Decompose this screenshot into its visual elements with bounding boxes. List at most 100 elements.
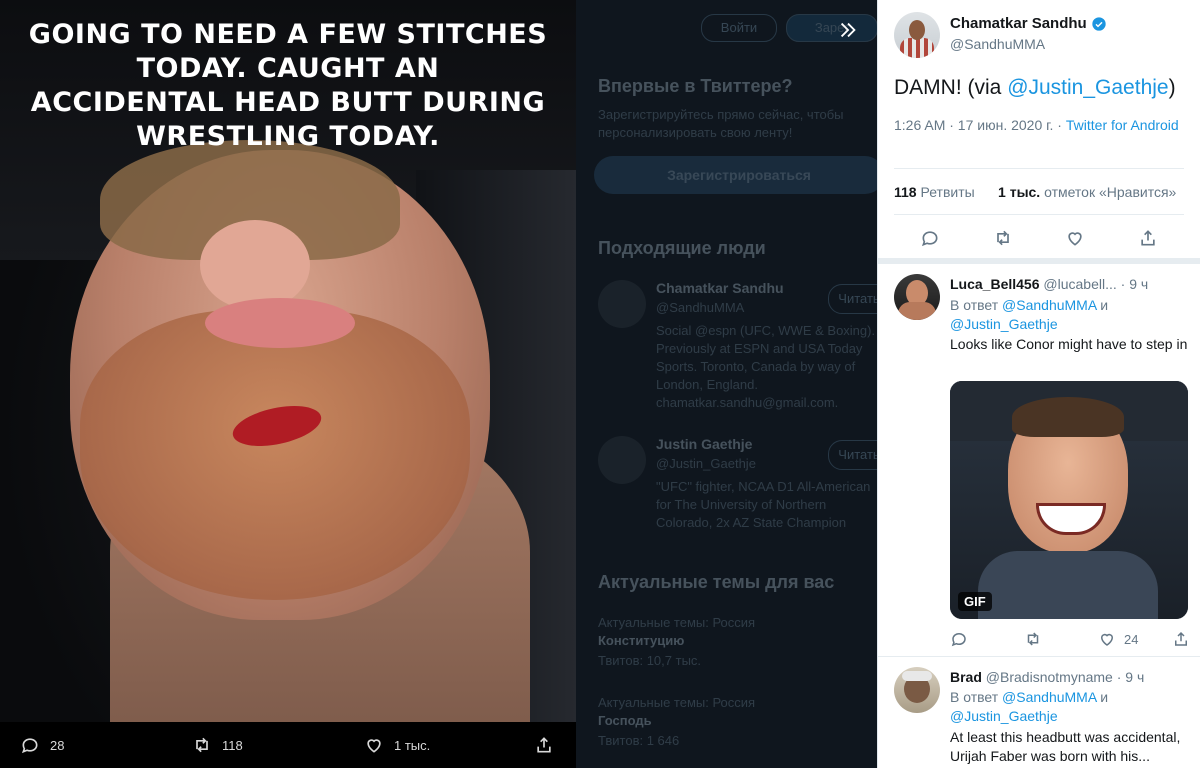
reply-author-name[interactable]: Luca_Bell456	[950, 276, 1040, 292]
gif-hair	[1012, 397, 1124, 437]
reply-button[interactable]	[920, 228, 940, 253]
tweet-author-handle[interactable]: @SandhuMMA	[950, 36, 1045, 52]
likes-stat[interactable]: 1 тыс. отметок «Нравится»	[998, 184, 1176, 200]
reply-actions: 24	[950, 630, 1190, 648]
tweet-timestamp[interactable]: 1:26 AM · 17 июн. 2020 г. ·	[894, 117, 1066, 133]
photo-caption-line: accidental head butt during wrestling to…	[30, 87, 546, 152]
tweet-source-link[interactable]: Twitter for Android	[1066, 117, 1179, 133]
reply-tweet[interactable]: Luca_Bell456 @lucabell... · 9 ч В ответ …	[878, 264, 1200, 656]
who-to-follow-heading: Подходящие люди	[598, 238, 766, 258]
retweet-button[interactable]	[993, 228, 1013, 253]
share-icon	[537, 737, 551, 753]
likes-label: отметок «Нравится»	[1044, 184, 1177, 200]
reply-to-prefix: В ответ	[950, 297, 1003, 313]
likes-count: 1 тыс.	[998, 184, 1041, 200]
heart-icon	[1068, 232, 1082, 246]
tweet-photo[interactable]: Going to need a few stitches today. Caug…	[0, 0, 576, 722]
suggested-user-bio: Social @espn (UFC, WWE & Boxing). Previo…	[656, 323, 876, 410]
media-retweet-button[interactable]: 118	[192, 735, 243, 755]
new-to-twitter-heading: Впервые в Твиттере?	[598, 76, 793, 96]
mention-link[interactable]: @SandhuMMA	[1002, 297, 1096, 313]
tweet-stats: 118 Ретвиты 1 тыс. отметок «Нравится»	[894, 184, 1176, 200]
photo-caption-line: Going to need a few stitches today. Caug…	[28, 19, 548, 84]
media-share-button[interactable]	[534, 735, 554, 755]
tweet-detail-panel: Chamatkar Sandhu @SandhuMMA DAMN! (via @…	[877, 0, 1200, 768]
heart-icon	[367, 739, 381, 753]
reply-icon	[951, 632, 966, 647]
like-count: 24	[1124, 631, 1139, 647]
follow-button[interactable]: Читать	[828, 440, 877, 470]
reply-author-handle[interactable]: @lucabell...	[1043, 276, 1116, 292]
reply-time[interactable]: · 9 ч	[1121, 276, 1149, 292]
photo-beard	[80, 310, 470, 600]
retweets-label: Ретвиты	[920, 184, 975, 200]
trend-name[interactable]: Господь	[598, 712, 868, 730]
reply-gif[interactable]: GIF	[950, 381, 1188, 619]
mention-link[interactable]: @Justin_Gaethje	[950, 708, 1058, 724]
mention-link[interactable]: @Justin_Gaethje	[950, 316, 1058, 332]
suggested-user-name[interactable]: Justin Gaethje	[656, 436, 752, 452]
reply-header: Luca_Bell456 @lucabell... · 9 ч	[950, 276, 1148, 292]
like-button[interactable]	[1065, 228, 1085, 253]
share-button[interactable]	[1172, 630, 1190, 648]
reply-time[interactable]: · 9 ч	[1117, 669, 1145, 685]
media-reply-button[interactable]: 28	[20, 735, 64, 755]
gif-badge: GIF	[958, 592, 992, 611]
photo-nose	[200, 220, 310, 310]
suggested-user-handle: @SandhuMMA	[656, 300, 745, 315]
photo-lips	[205, 298, 355, 348]
reply-to-and: и	[1096, 689, 1109, 705]
retweet-button[interactable]	[1024, 630, 1084, 648]
mention-link[interactable]: @Justin_Gaethje	[1007, 76, 1168, 99]
retweet-icon	[1027, 632, 1039, 646]
reply-icon	[922, 231, 938, 247]
reply-button[interactable]	[950, 630, 1010, 648]
avatar-face	[909, 20, 925, 40]
share-icon	[1175, 631, 1187, 646]
retweets-stat[interactable]: 118 Ретвиты	[894, 184, 975, 200]
avatar[interactable]	[598, 280, 646, 328]
like-button[interactable]: 24	[1098, 630, 1158, 648]
tweet-author-name-text: Chamatkar Sandhu	[950, 15, 1087, 32]
reply-text: Looks like Conor might have to step in	[950, 336, 1188, 352]
avatar-shoulders	[898, 302, 936, 320]
media-reply-count: 28	[50, 737, 65, 753]
login-button[interactable]: Войти	[701, 14, 777, 42]
reply-header: Brad @Bradisnotmyname · 9 ч	[950, 669, 1144, 685]
tweet-text-end: )	[1168, 76, 1176, 99]
trends-heading: Актуальные темы для вас	[598, 572, 835, 592]
suggested-user-name[interactable]: Chamatkar Sandhu	[656, 280, 784, 296]
media-like-count: 1 тыс.	[394, 737, 431, 753]
follow-button[interactable]: Читать	[828, 284, 877, 314]
signup-button[interactable]: Зарегистрироваться	[594, 156, 877, 194]
divider	[894, 214, 1184, 215]
trend-context: Актуальные темы: Россия	[598, 615, 756, 630]
verified-icon	[1092, 16, 1106, 31]
reply-to-and: и	[1096, 297, 1109, 313]
media-retweet-count: 118	[222, 737, 243, 753]
media-like-button[interactable]: 1 тыс.	[364, 735, 430, 755]
tweet-actions	[894, 228, 1184, 253]
avatar[interactable]	[598, 436, 646, 484]
mention-link[interactable]: @SandhuMMA	[1002, 689, 1096, 705]
reply-icon	[21, 738, 38, 754]
collapse-panel-button[interactable]	[832, 14, 864, 46]
avatar[interactable]	[894, 274, 940, 320]
tweet-text: DAMN! (via @Justin_Gaethje)	[894, 76, 1176, 100]
avatar-cap	[902, 671, 932, 681]
background-page-dimmed: Войти Зарег Впервые в Твиттере? Зарегист…	[576, 0, 877, 768]
share-button[interactable]	[1138, 228, 1158, 253]
retweet-icon	[196, 737, 208, 753]
avatar[interactable]	[894, 12, 940, 58]
reply-to-line: В ответ @SandhuMMA и @Justin_Gaethje	[950, 296, 1190, 334]
tweet-author-name[interactable]: Chamatkar Sandhu	[950, 15, 1107, 32]
reply-tweet[interactable]: Brad @Bradisnotmyname · 9 ч В ответ @San…	[878, 657, 1200, 768]
share-icon	[1141, 230, 1155, 246]
reply-author-name[interactable]: Brad	[950, 669, 982, 685]
avatar[interactable]	[894, 667, 940, 713]
reply-author-handle[interactable]: @Bradisnotmyname	[986, 669, 1113, 685]
trend-name[interactable]: Конституцию	[598, 632, 868, 650]
trend-context: Актуальные темы: Россия	[598, 695, 756, 710]
media-viewer: Going to need a few stitches today. Caug…	[0, 0, 877, 768]
photo-caption: Going to need a few stitches today. Caug…	[0, 18, 576, 154]
